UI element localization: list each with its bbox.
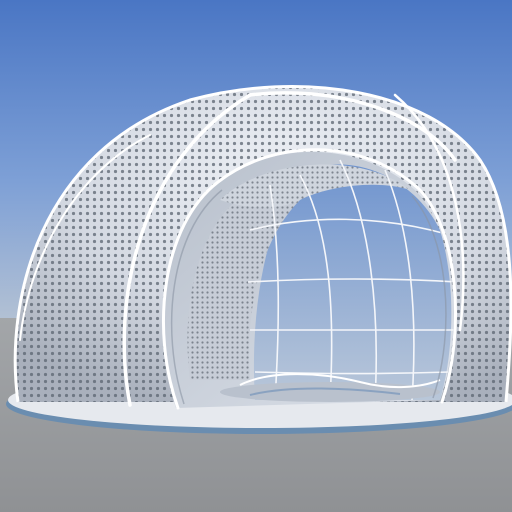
pavilion-scene <box>0 0 512 512</box>
